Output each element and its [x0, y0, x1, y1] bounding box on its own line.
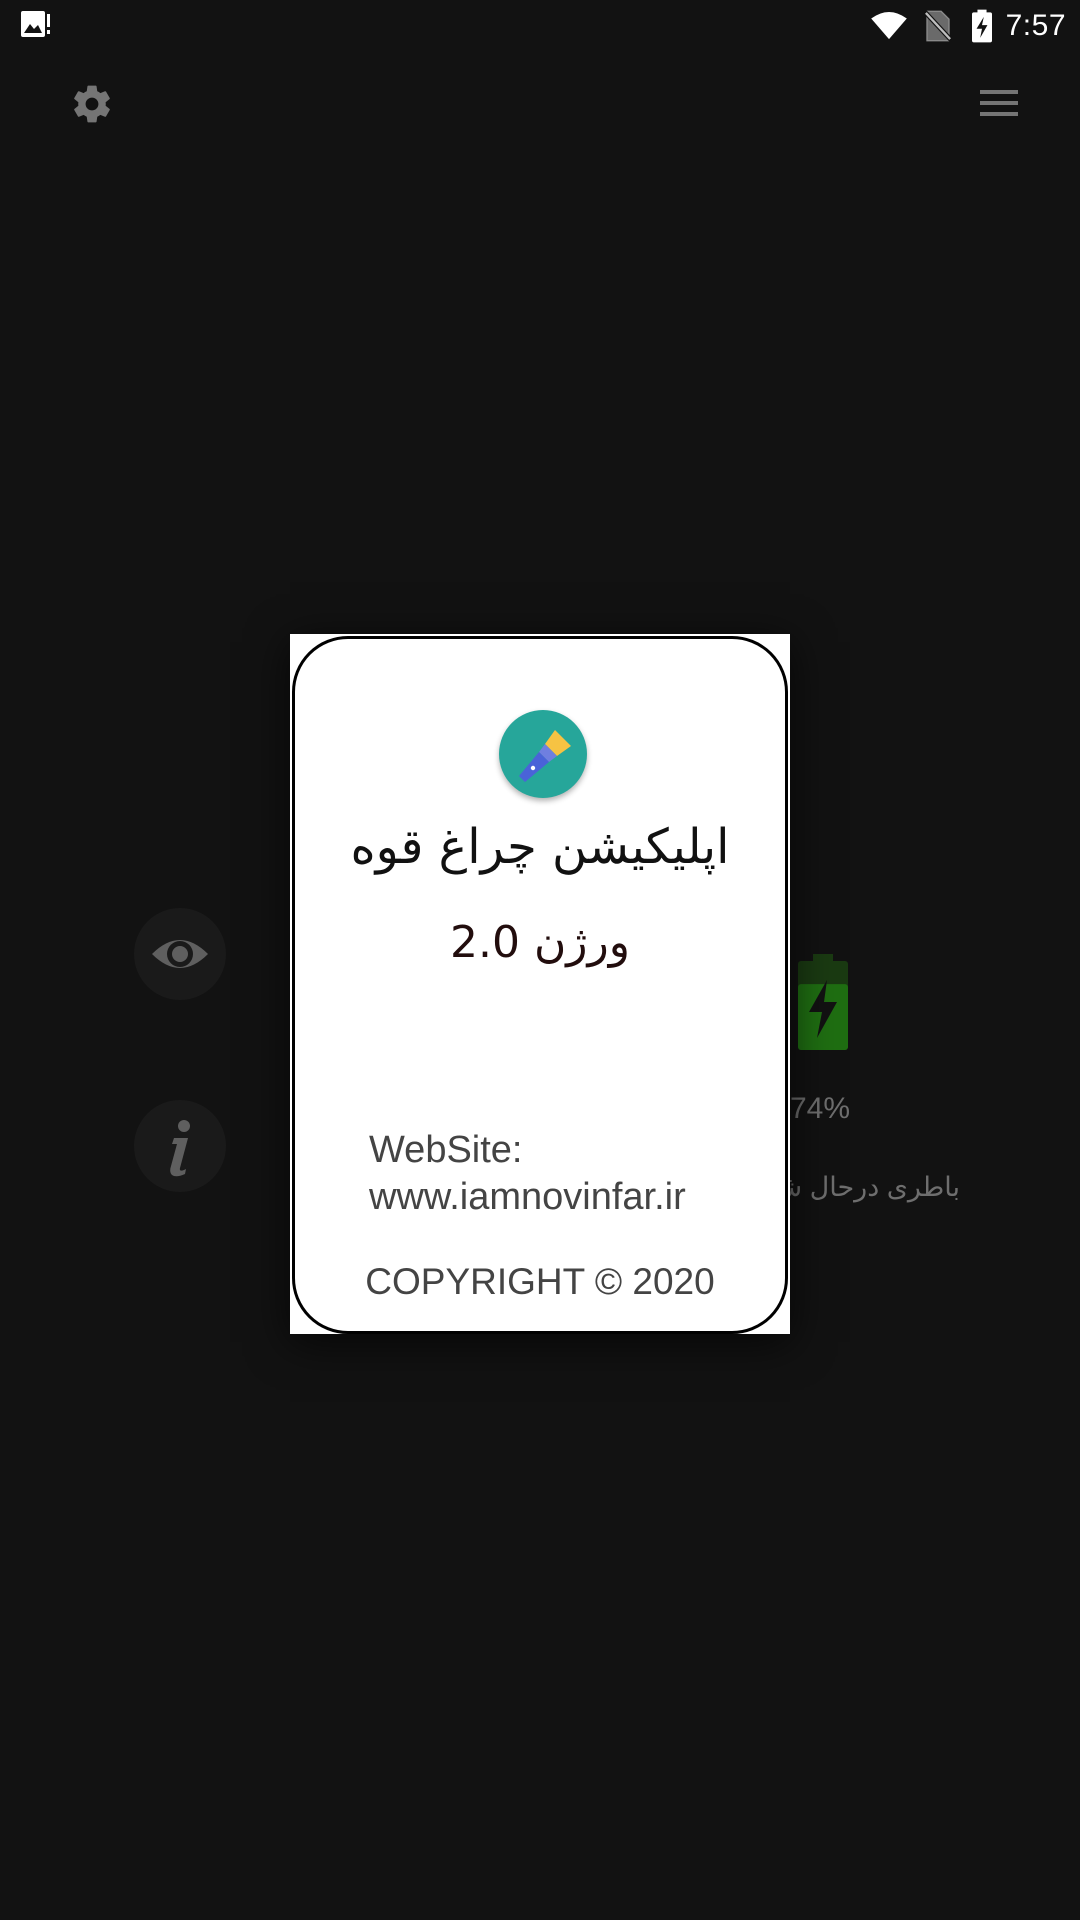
website-link[interactable]: www.iamnovinfar.ir	[369, 1176, 686, 1219]
app-title: اپلیکیشن چراغ قوه	[350, 819, 730, 875]
website-label: WebSite:	[369, 1129, 523, 1171]
copyright-text: COPYRIGHT © 2020	[365, 1261, 715, 1302]
about-dialog-card: اپلیکیشن چراغ قوه ورژن 2.0 WebSite: www.…	[292, 636, 788, 1334]
about-dialog: اپلیکیشن چراغ قوه ورژن 2.0 WebSite: www.…	[290, 634, 790, 1334]
app-logo	[499, 710, 587, 798]
app-version: ورژن 2.0	[449, 917, 631, 968]
screen: 7:57 74% باطری درحال شارژ	[0, 0, 1080, 1920]
flashlight-icon	[519, 730, 571, 782]
